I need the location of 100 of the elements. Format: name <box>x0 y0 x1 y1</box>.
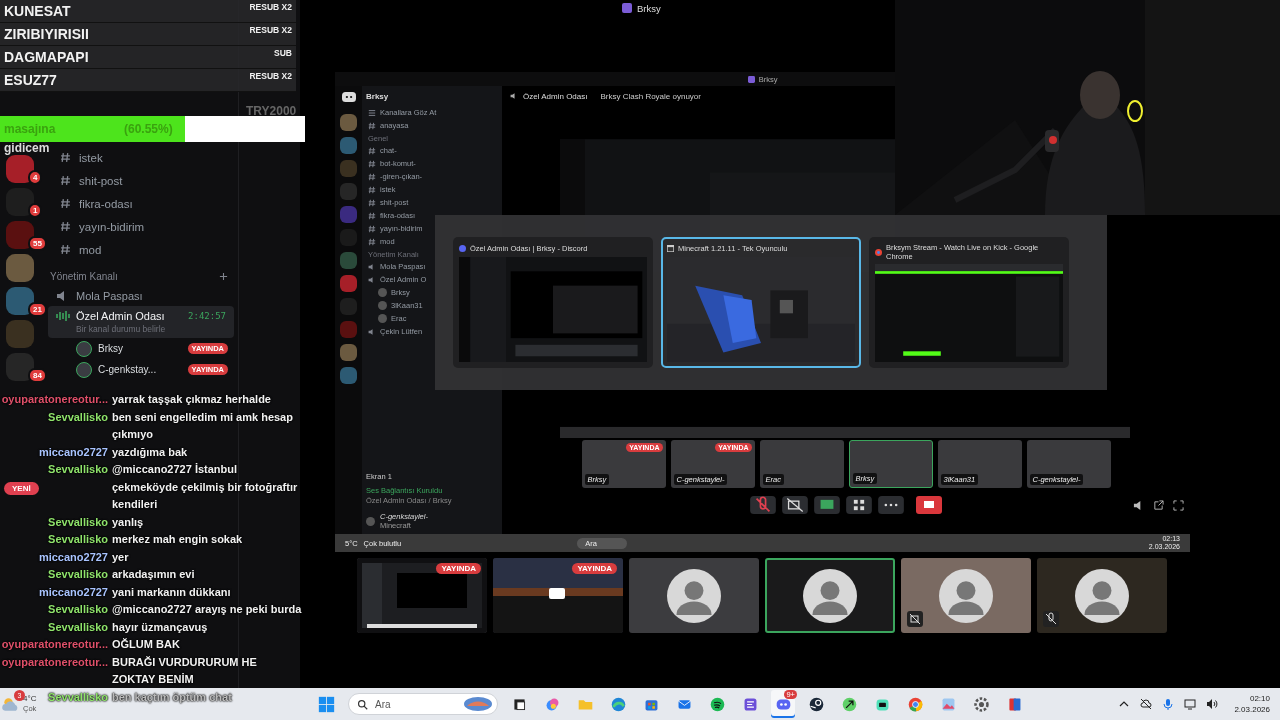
search-field[interactable]: Ara <box>348 693 498 715</box>
count-badge: 21 <box>28 302 47 317</box>
wave-icon <box>609 695 627 713</box>
channel-name[interactable]: istek <box>79 151 103 164</box>
channel-name[interactable]: fikra-odası <box>79 197 133 210</box>
channel-name[interactable]: mod <box>79 243 102 256</box>
hash-icon <box>60 198 71 209</box>
chat-username: miccano2727 <box>38 549 108 565</box>
clock-date: 2.03.2026 <box>1234 704 1270 715</box>
count-badge: 1 <box>28 203 43 218</box>
hash-icon <box>368 159 376 168</box>
screen-share-icon[interactable] <box>814 496 840 514</box>
microphone-icon[interactable] <box>1162 698 1175 710</box>
chat-username: oyuparatonereotur... <box>1 637 108 652</box>
server-icon[interactable] <box>340 344 357 361</box>
hash-icon <box>368 198 376 207</box>
gamepad-icon <box>459 245 466 252</box>
hash-icon <box>368 146 376 155</box>
chat-username: Sevvallisko <box>48 689 108 705</box>
server-icon[interactable] <box>6 155 34 183</box>
start-button[interactable] <box>318 695 335 713</box>
category-label[interactable]: Yönetim Kanalı <box>50 271 118 282</box>
avatar <box>1075 568 1129 623</box>
server-name[interactable]: Brksy <box>366 91 389 101</box>
alert-name: ZIRIBIYIRISII <box>4 25 89 44</box>
video-tile[interactable]: YAYINDA <box>357 558 487 633</box>
avatar <box>76 340 92 357</box>
chat-message: yarrak taşşak çıkmaz herhalde <box>112 392 272 407</box>
chat-message: merkez mah engin sokak <box>112 532 244 547</box>
weather-temperature: 4°C <box>23 694 37 704</box>
new-badge[interactable]: YENİ <box>4 482 39 495</box>
app-icon <box>622 3 632 13</box>
count-badge: 55 <box>28 236 47 251</box>
search-highlight-icon <box>463 696 493 712</box>
chat-username: Sevvallisko <box>48 462 108 477</box>
voice-channel[interactable]: Mola Paspası <box>48 286 234 306</box>
window-icon <box>667 245 674 252</box>
chat-message: BURAĞI VURDURURUM HE ZOKTAY BENİM <box>112 654 258 687</box>
gamepad-icon[interactable] <box>341 92 356 102</box>
clock-time: 02:10 <box>1249 693 1270 704</box>
server-icon[interactable] <box>6 353 34 381</box>
member-name[interactable]: Brksy <box>98 343 123 354</box>
hash-icon <box>368 121 376 130</box>
live-badge: YAYINDA <box>572 563 617 574</box>
grid-icon[interactable] <box>846 496 872 514</box>
status-hint: Bir kanal durumu belirle <box>76 324 167 334</box>
chat-message: ben kaçtım öptüm chat <box>112 689 233 705</box>
server-icon[interactable] <box>340 367 357 384</box>
server-icon[interactable] <box>6 287 34 315</box>
chat-username: miccano2727 <box>38 584 108 600</box>
server-icon[interactable] <box>6 221 34 249</box>
window-title: Brksy <box>637 2 661 14</box>
chat-message: OĞLUM BAK <box>112 637 181 652</box>
popout-icon[interactable] <box>1153 499 1164 511</box>
channel-name: Mola Paspası <box>76 290 143 302</box>
avatar <box>366 516 375 526</box>
more-icon[interactable] <box>878 496 904 514</box>
video-tile[interactable] <box>765 558 895 633</box>
member-name[interactable]: C-genkstay... <box>98 364 157 375</box>
goal-percent: (60.55%) <box>124 122 173 136</box>
channel-name[interactable]: yayın-bidirim <box>79 220 145 233</box>
timer: 2:42:57 <box>188 311 226 321</box>
hash-icon <box>368 185 376 194</box>
chat-username: Sevvallisko <box>48 514 108 530</box>
mic-off-icon[interactable] <box>750 496 776 514</box>
video-tile[interactable] <box>1037 558 1167 633</box>
server-icon[interactable] <box>340 114 357 131</box>
alert-event: RESUB X2 <box>249 25 292 35</box>
server-icon[interactable] <box>6 188 34 216</box>
server-icon[interactable] <box>6 254 34 282</box>
chat-message: yanlış <box>112 514 145 530</box>
plus-icon[interactable] <box>219 272 228 281</box>
goal-target: TRY2000 <box>246 104 297 118</box>
chat-message: hayır üzmançavuş <box>112 619 209 635</box>
search-icon <box>357 699 368 710</box>
chat-username: Sevvallisko <box>48 532 108 547</box>
voice-channel[interactable]: Özel Admin Odası 2:42:57 Bir kanal durumu belirle <box>48 306 234 338</box>
chat-message: arkadaşımın evi <box>112 567 196 582</box>
fullscreen-icon[interactable] <box>1173 499 1184 511</box>
video-tile[interactable] <box>629 558 759 633</box>
music-circle-icon <box>708 695 726 713</box>
chat-message: @miccano2727 arayış ne peki burda <box>112 602 302 617</box>
video-tile[interactable] <box>901 558 1031 633</box>
clock[interactable]: 02:10 2.03.2026 <box>1234 693 1270 715</box>
camera-off-icon[interactable] <box>782 496 808 514</box>
server-icon[interactable] <box>340 275 357 292</box>
alert-name: ESUZ77 <box>4 71 57 90</box>
video-tile[interactable]: YAYINDA <box>493 558 623 633</box>
monitor-icon[interactable] <box>1184 698 1197 710</box>
chat-message: yani markanın dükkanı <box>112 584 232 600</box>
stop-share-button[interactable] <box>916 495 942 515</box>
server-icon[interactable] <box>340 137 357 154</box>
channel-name[interactable]: shit-post <box>79 174 123 187</box>
cloud-off-icon[interactable] <box>1140 698 1153 710</box>
goal-title: masajına <box>4 122 56 136</box>
speaker-icon[interactable] <box>1206 698 1219 710</box>
hash-icon <box>368 224 376 233</box>
chat-message: yazdığıma bak <box>112 444 189 460</box>
chat-username: oyuparatonereotur... <box>1 654 108 670</box>
chat-username: Sevvallisko <box>48 409 108 425</box>
